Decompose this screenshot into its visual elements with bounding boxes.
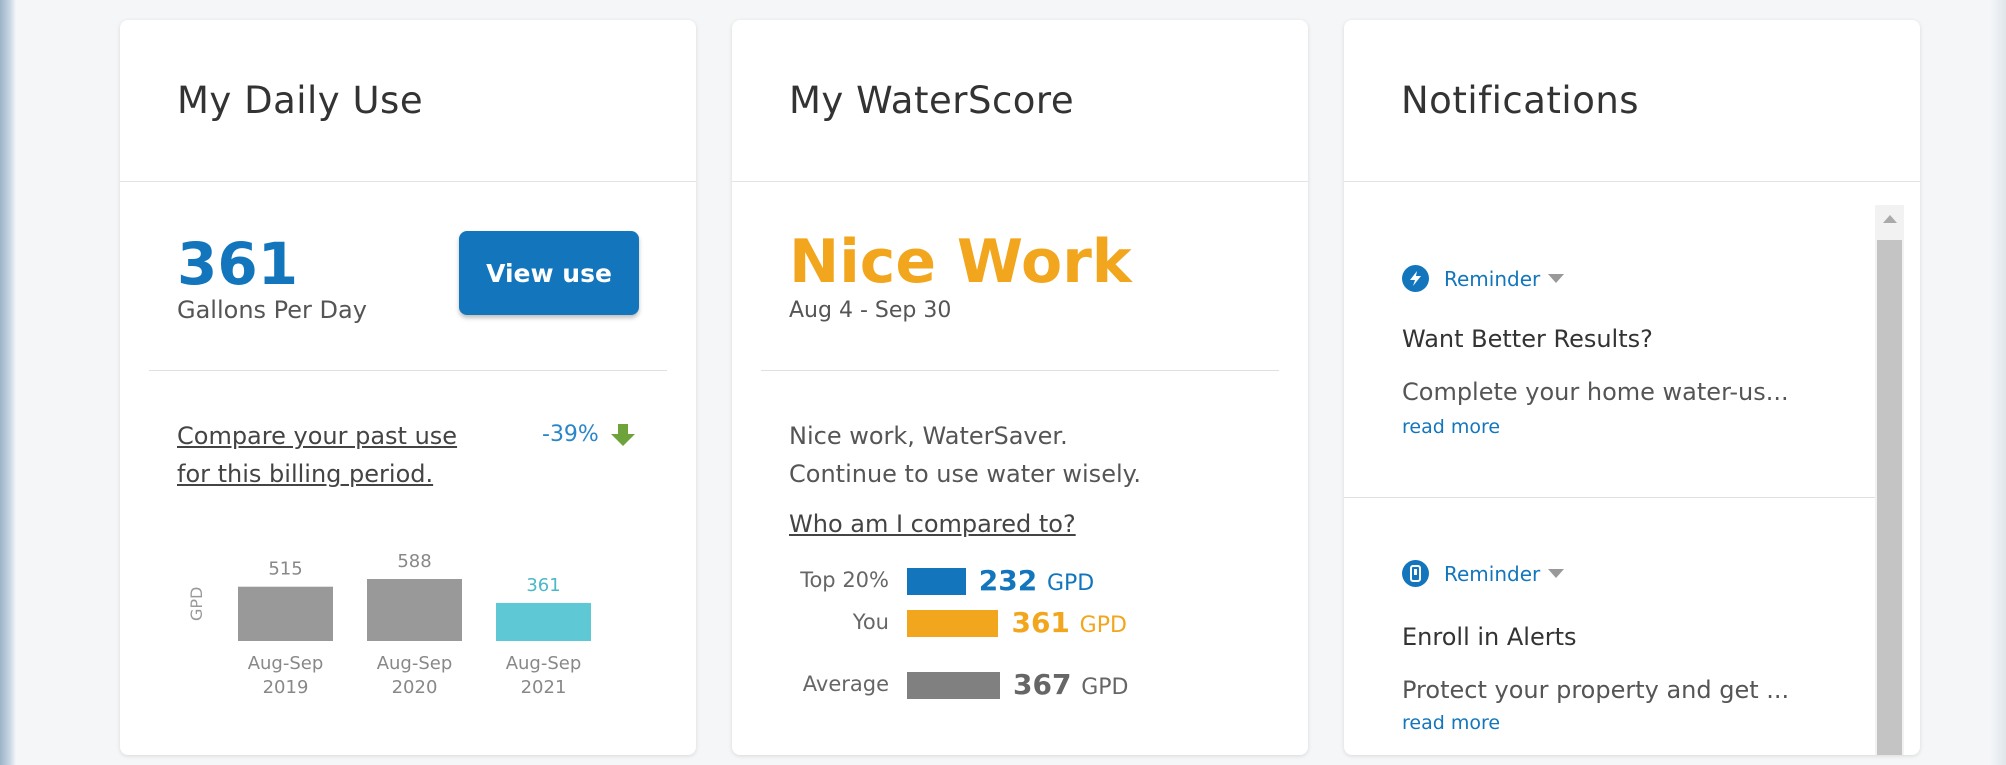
daily-use-value: 361 bbox=[177, 230, 299, 298]
daily-use-header: My Daily Use bbox=[120, 20, 696, 182]
notifications-header: Notifications bbox=[1344, 20, 1920, 182]
comparison-bar bbox=[907, 672, 1000, 699]
daily-use-divider bbox=[149, 370, 667, 371]
view-use-button[interactable]: View use bbox=[459, 231, 639, 315]
usage-bar bbox=[367, 579, 462, 641]
bar-category-label: Aug-Sep bbox=[377, 653, 453, 674]
bar-category-label: 2020 bbox=[392, 677, 438, 698]
bar-category-label: 2019 bbox=[263, 677, 309, 698]
comparison-number: 361 bbox=[1011, 606, 1070, 639]
comparison-number: 232 bbox=[978, 564, 1038, 597]
comparison-value: 232 GPD bbox=[979, 564, 1094, 597]
bar-category-label: 2021 bbox=[521, 677, 567, 698]
notifications-title: Notifications bbox=[1401, 79, 1640, 122]
usage-bar-chart: 515 Aug-Sep 2019 588 Aug-Sep 2020 361 Aug-Sep 20… bbox=[238, 551, 591, 698]
score-message-line-2: Continue to use water wisely. bbox=[789, 460, 1142, 488]
daily-use-title: My Daily Use bbox=[177, 79, 424, 122]
bar-category-label: Aug-Sep bbox=[506, 653, 582, 674]
reminder-dropdown[interactable]: Reminder bbox=[1402, 560, 1565, 587]
scroll-up-arrow-icon[interactable] bbox=[1883, 215, 1897, 223]
bar-value-label: 588 bbox=[397, 551, 431, 572]
score-message-line-1: Nice work, WaterSaver. bbox=[789, 422, 1068, 450]
change-percent: -39% bbox=[542, 422, 599, 447]
reminder-label: Reminder bbox=[1444, 561, 1541, 586]
phone-icon bbox=[1402, 560, 1429, 587]
chevron-down-icon bbox=[1548, 569, 1565, 578]
bar-value-label: 361 bbox=[526, 575, 560, 596]
read-more-link[interactable]: read more bbox=[1402, 712, 1500, 734]
bar-value-label: 515 bbox=[268, 559, 302, 580]
bolt-icon bbox=[1402, 265, 1429, 292]
notification-item: Reminder Enroll in Alerts Protect your p… bbox=[1344, 498, 1885, 755]
comparison-unit: GPD bbox=[1081, 675, 1129, 700]
reminder-dropdown[interactable]: Reminder bbox=[1402, 265, 1565, 292]
comparison-label: Average bbox=[802, 672, 889, 696]
notification-title: Want Better Results? bbox=[1402, 325, 1653, 353]
scrollbar-thumb[interactable] bbox=[1877, 240, 1902, 755]
usage-bar bbox=[496, 602, 591, 641]
comparison-label: Top 20% bbox=[800, 568, 889, 592]
score-message: Nice work, WaterSaver. Continue to use w… bbox=[789, 417, 1141, 493]
daily-use-card: My Daily Use 361 Gallons Per Day View us… bbox=[120, 20, 696, 755]
usage-bar bbox=[238, 586, 333, 641]
waterscore-divider bbox=[761, 370, 1279, 371]
notification-item: Reminder Want Better Results? Complete y… bbox=[1344, 183, 1885, 497]
score-date-range: Aug 4 - Sep 30 bbox=[789, 298, 952, 323]
notification-body: Protect your property and get ... bbox=[1402, 676, 1790, 704]
reminder-label: Reminder bbox=[1444, 266, 1541, 291]
comparison-label: You bbox=[852, 610, 889, 634]
who-compared-link[interactable]: Who am I compared to? bbox=[789, 510, 1076, 538]
comparison-value: 367 GPD bbox=[1013, 668, 1128, 701]
daily-use-unit: Gallons Per Day bbox=[177, 296, 367, 324]
waterscore-title: My WaterScore bbox=[789, 79, 1075, 122]
waterscore-header: My WaterScore bbox=[732, 20, 1308, 182]
chart-y-axis-label: GPD bbox=[187, 586, 206, 621]
compare-past-use-link[interactable]: Compare your past use for this billing p… bbox=[177, 417, 497, 493]
comparison-bar bbox=[907, 610, 999, 637]
comparison-value: 361 GPD bbox=[1011, 606, 1126, 639]
notification-body: Complete your home water-us... bbox=[1402, 378, 1789, 406]
notification-title: Enroll in Alerts bbox=[1402, 623, 1577, 651]
notifications-scrollbar[interactable] bbox=[1875, 205, 1904, 755]
read-more-link[interactable]: read more bbox=[1402, 416, 1500, 438]
waterscore-card: My WaterScore Nice Work Aug 4 - Sep 30 N… bbox=[732, 20, 1308, 755]
chevron-down-icon bbox=[1548, 274, 1565, 283]
notifications-card: Notifications Reminder Want Better Resul… bbox=[1344, 20, 1920, 755]
comparison-unit: GPD bbox=[1079, 613, 1127, 638]
down-arrow-icon bbox=[611, 424, 635, 446]
comparison-unit: GPD bbox=[1046, 571, 1095, 596]
score-rating: Nice Work bbox=[789, 227, 1132, 297]
bar-category-label: Aug-Sep bbox=[248, 653, 324, 674]
comparison-bar bbox=[907, 568, 966, 595]
comparison-number: 367 bbox=[1013, 668, 1072, 701]
